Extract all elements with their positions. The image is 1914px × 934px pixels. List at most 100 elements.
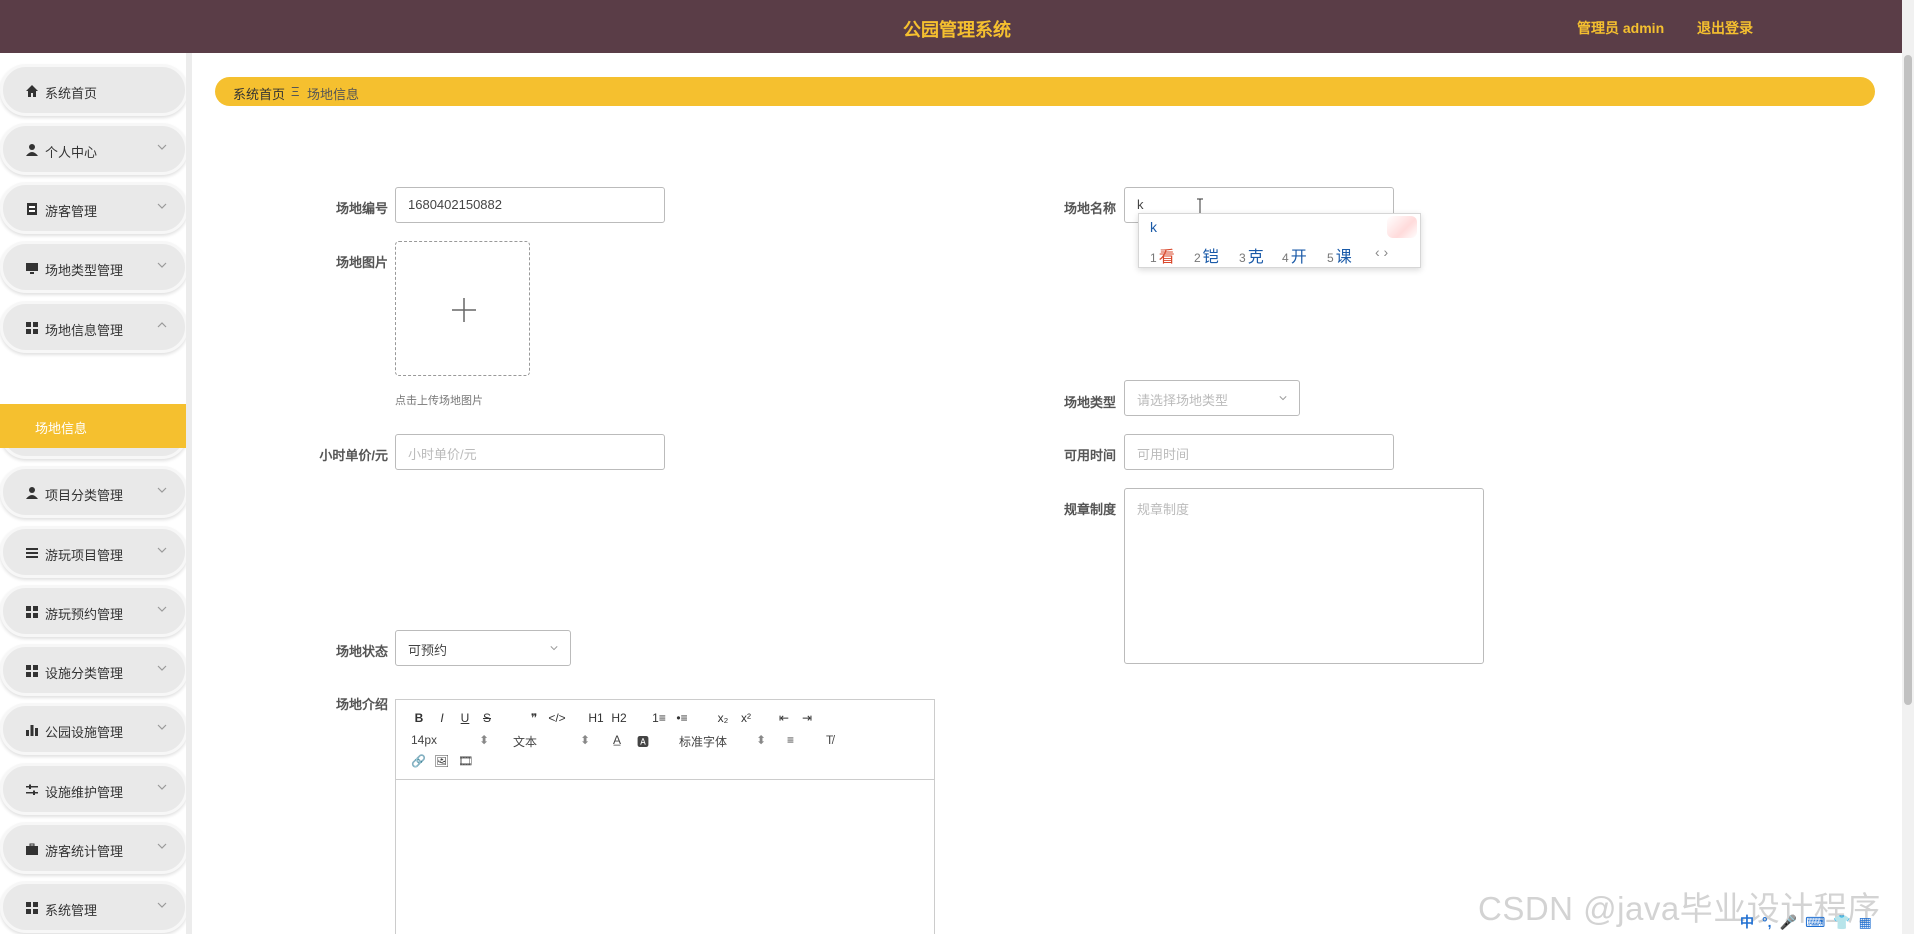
chevron-down-icon [157,902,167,908]
sidebar-item-7[interactable]: 游玩项目管理 [0,526,188,578]
superscript-icon[interactable]: x² [735,710,757,726]
admin-label: 管理员 admin [1577,20,1665,36]
tray-icon[interactable]: 🎤 [1780,914,1797,931]
sidebar-item-label: 公园设施管理 [45,725,124,740]
sidebar-item-3[interactable]: 场地类型管理 [0,241,188,293]
ime-page-nav[interactable]: ‹ › [1375,244,1388,260]
sidebar-item-label: 场地信息管理 [45,323,124,338]
sidebar-item-1[interactable]: 个人中心 [0,123,188,175]
indent-icon[interactable]: ⇥ [796,710,818,726]
underline-icon[interactable]: U [454,710,476,726]
logout-button[interactable]: 退出登录 [1697,18,1753,38]
page-scrollbar[interactable] [1902,0,1914,934]
background-color-icon[interactable]: 🅰 [637,733,649,750]
ime-decoration [1387,216,1417,238]
font-size-arrow-icon: ⬍ [479,733,490,747]
chevron-down-icon [157,606,167,612]
monitor-icon [25,261,39,275]
breadcrumb-current: 场地信息 [307,87,360,102]
sidebar-divider [186,53,192,934]
font-color-icon[interactable]: A̲ [613,733,621,747]
image-upload-button[interactable] [395,241,530,376]
sidebar-item-label: 游客统计管理 [45,844,124,859]
link-icon[interactable]: 🔗 [411,754,426,768]
sidebar: 系统首页个人中心游客管理场地类型管理场地信息管理场地预约管理项目分类管理游玩项目… [0,53,190,934]
intro-label: 场地介绍 [335,697,388,712]
ime-candidate[interactable]: 4开 [1282,243,1307,267]
quote-icon[interactable]: ❞ [523,710,545,726]
video-icon[interactable]: 🎞 [458,754,473,768]
align-icon[interactable]: ≡ [787,733,794,747]
sidebar-item-12[interactable]: 游客统计管理 [0,822,188,874]
sidebar-item-label: 游玩预约管理 [45,607,124,622]
available-time-label: 可用时间 [1063,448,1116,463]
ime-candidate[interactable]: 3克 [1239,243,1264,267]
tray-icon[interactable]: ▦ [1859,914,1872,931]
sidebar-item-10[interactable]: 公园设施管理 [0,703,188,755]
ime-candidate-popup: k 1看 2铠 3克 4开 5课 ‹ › [1138,213,1421,268]
sidebar-item-2[interactable]: 游客管理 [0,182,188,234]
ime-candidate[interactable]: 5课 [1327,243,1352,267]
paragraph-select[interactable]: 文本 [513,733,537,750]
bar-chart-icon [25,723,39,737]
rules-label: 规章制度 [1063,502,1116,517]
ordered-list-icon[interactable]: 1≡ [648,710,670,726]
ime-candidate[interactable]: 1看 [1150,243,1175,267]
italic-icon[interactable]: I [431,710,453,726]
scrollbar-thumb[interactable] [1904,55,1912,705]
sidebar-item-0[interactable]: 系统首页 [0,64,188,116]
sidebar-item-label: 设施分类管理 [45,666,124,681]
rules-textarea[interactable]: 规章制度 [1124,488,1484,664]
chevron-up-icon [157,322,167,328]
image-icon[interactable]: 🖼 [434,754,449,768]
code-icon[interactable]: </> [546,710,568,726]
sidebar-subitem-venue-info[interactable]: 场地信息 [0,404,188,448]
venue-name-label: 场地名称 [1063,201,1116,216]
bullet-list-icon[interactable]: •≡ [671,710,693,726]
paragraph-arrow-icon: ⬍ [580,733,591,747]
ime-composition: k [1150,219,1157,235]
tray-icon[interactable]: °, [1762,914,1772,930]
tray-icon[interactable]: 👕 [1833,914,1850,931]
status-label: 场地状态 [335,644,388,659]
sidebar-item-8[interactable]: 游玩预约管理 [0,585,188,637]
ime-candidate[interactable]: 2铠 [1194,243,1219,267]
venue-code-input[interactable]: 1680402150882 [395,187,665,223]
subscript-icon[interactable]: x₂ [712,710,734,726]
sidebar-item-6[interactable]: 项目分类管理 [0,466,188,518]
bold-icon[interactable]: B [408,710,430,726]
outdent-icon[interactable]: ⇤ [773,710,795,726]
h2-icon[interactable]: H2 [608,710,630,726]
sidebar-item-4[interactable]: 场地信息管理 [0,301,188,353]
tray-icon[interactable]: 中 [1740,912,1754,932]
h1-icon[interactable]: H1 [585,710,607,726]
chevron-down-icon [157,487,167,493]
chevron-down-icon [157,144,167,150]
font-family-select[interactable]: 标准字体 [679,733,727,750]
available-time-input[interactable]: 可用时间 [1124,434,1394,470]
rich-text-editor[interactable]: B I U S ❞ </> H1 H2 1≡ •≡ x₂ x² ⇤ ⇥ 14px ⬍ 文本 ⬍ A̲ 🅰 … [395,699,935,934]
price-input[interactable]: 小时单价/元 [395,434,665,470]
user-icon [25,486,39,500]
sidebar-item-label: 场地类型管理 [45,263,124,278]
font-size-select[interactable]: 14px [411,733,437,747]
status-select-value: 可预约 [408,643,448,658]
status-select[interactable]: 可预约 [395,630,571,666]
sidebar-subitem-label: 场地信息 [35,421,88,436]
chevron-down-icon [550,646,558,651]
breadcrumb-home[interactable]: 系统首页 [233,84,285,103]
sidebar-item-label: 系统管理 [45,903,98,918]
venue-type-select[interactable]: 请选择场地类型 [1124,380,1300,416]
breadcrumb-separator-icon: Ξ [291,84,300,99]
home-icon [25,84,39,98]
sidebar-item-11[interactable]: 设施维护管理 [0,763,188,815]
clear-format-icon[interactable]: T̸ [826,733,833,747]
sidebar-item-13[interactable]: 系统管理 [0,881,188,933]
ime-tray: 中 °, 🎤 ⌨ 👕 ▦ [1740,912,1872,932]
chevron-down-icon [157,262,167,268]
strike-icon[interactable]: S [476,710,498,726]
tray-icon[interactable]: ⌨ [1805,914,1825,931]
sidebar-item-9[interactable]: 设施分类管理 [0,644,188,696]
sliders-icon [25,783,39,797]
chevron-down-icon [157,547,167,553]
